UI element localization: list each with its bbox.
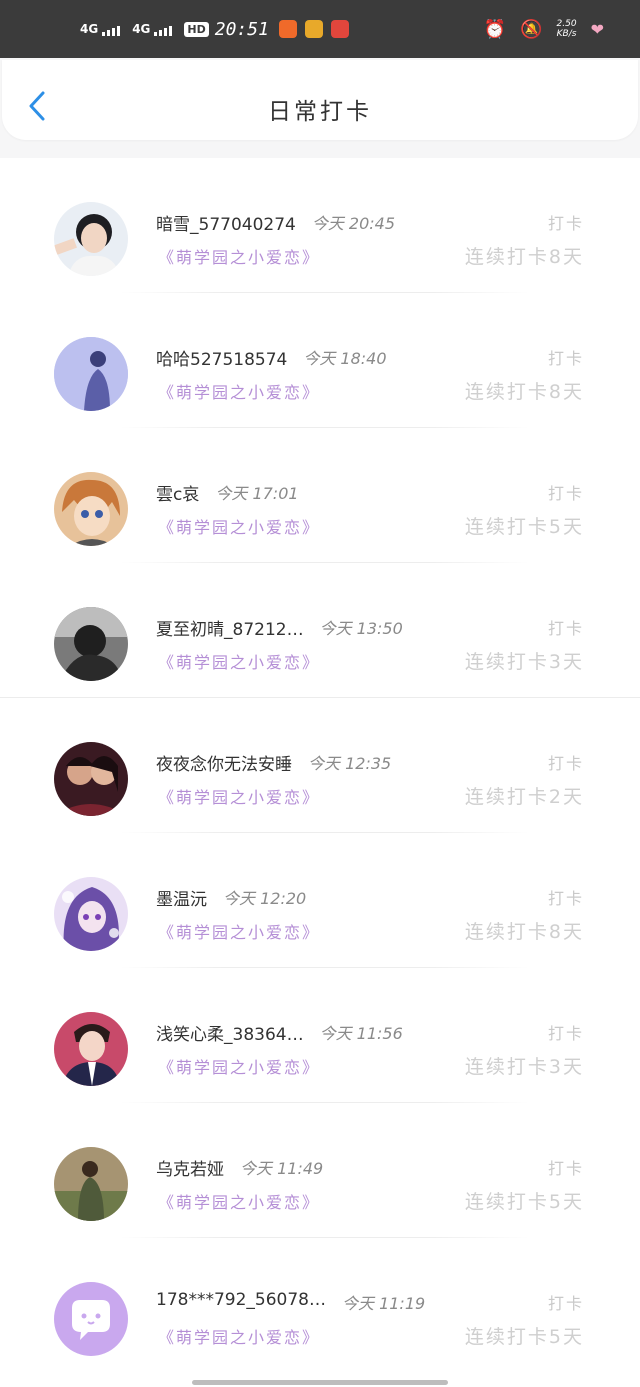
checkin-time: 今天 12:20 xyxy=(223,889,307,908)
avatar[interactable] xyxy=(54,337,128,411)
alarm-icon: ⏰ xyxy=(483,18,507,40)
user-name[interactable]: 夜夜念你无法安睡 xyxy=(156,750,292,775)
streak-label: 连续打卡3天 xyxy=(464,651,584,673)
list-item[interactable]: 浅笑心柔_38364… 今天 11:56 《萌学园之小爱恋》 打卡 连续打卡3天 xyxy=(0,968,640,1103)
signal-bars-icon xyxy=(102,26,121,36)
game-notification-icon xyxy=(304,20,323,38)
name-line: 浅笑心柔_38364… 今天 11:56 xyxy=(156,1020,403,1045)
book-title[interactable]: 《萌学园之小爱恋》 xyxy=(158,649,320,673)
avatar[interactable] xyxy=(54,1012,128,1086)
book-title[interactable]: 《萌学园之小爱恋》 xyxy=(158,784,320,808)
avatar[interactable] xyxy=(54,472,128,546)
avatar[interactable] xyxy=(54,202,128,276)
streak-label: 连续打卡8天 xyxy=(464,246,584,268)
list-item[interactable]: 乌克若娅 今天 11:49 《萌学园之小爱恋》 打卡 连续打卡5天 xyxy=(0,1103,640,1238)
streak-label: 连续打卡2天 xyxy=(464,786,584,808)
name-line: 哈哈527518574 今天 18:40 xyxy=(156,345,387,370)
book-title[interactable]: 《萌学园之小爱恋》 xyxy=(158,514,320,538)
user-name[interactable]: 雲ᴄ哀 xyxy=(156,480,199,505)
user-name[interactable]: 哈哈527518574 xyxy=(156,345,287,370)
user-name[interactable]: 墨温沅 xyxy=(156,885,207,910)
book-title[interactable]: 《萌学园之小爱恋》 xyxy=(158,1324,320,1348)
name-line: 乌克若娅 今天 11:49 xyxy=(156,1155,323,1180)
list-item[interactable]: 墨温沅 今天 12:20 《萌学园之小爱恋》 打卡 连续打卡8天 xyxy=(0,833,640,968)
list-item[interactable]: 夏至初晴_87212… 今天 13:50 《萌学园之小爱恋》 打卡 连续打卡3天 xyxy=(0,563,640,698)
network-speed: 2.50 KB/s xyxy=(556,19,577,39)
book-title[interactable]: 《萌学园之小爱恋》 xyxy=(158,1189,320,1213)
status-bar: 4G 4G HD 20:51 ⏰ 🔕 2.50 KB/s ❤ xyxy=(0,0,640,58)
avatar[interactable] xyxy=(54,1282,128,1356)
book-title[interactable]: 《萌学园之小爱恋》 xyxy=(158,1054,320,1078)
list-item[interactable]: 暗雪_577040274 今天 20:45 《萌学园之小爱恋》 打卡 连续打卡8… xyxy=(0,158,640,293)
user-name[interactable]: 乌克若娅 xyxy=(156,1155,224,1180)
header-card: 日常打卡 xyxy=(2,60,638,140)
checkin-label: 打卡 xyxy=(547,1159,584,1178)
clock: 20:51 xyxy=(214,18,269,40)
user-name[interactable]: 178***792_56078… xyxy=(156,1290,326,1314)
name-line: 墨温沅 今天 12:20 xyxy=(156,885,306,910)
shop-notification-icon xyxy=(330,20,349,38)
checkin-label: 打卡 xyxy=(547,619,584,638)
signal-bars-icon xyxy=(154,26,173,36)
streak-label: 连续打卡3天 xyxy=(464,1056,584,1078)
avatar[interactable] xyxy=(54,607,128,681)
name-line: 夏至初晴_87212… 今天 13:50 xyxy=(156,615,403,640)
checkin-time: 今天 12:35 xyxy=(308,754,392,773)
user-name[interactable]: 浅笑心柔_38364… xyxy=(156,1020,304,1045)
user-name[interactable]: 暗雪_577040274 xyxy=(156,210,296,235)
battery-wings-icon: ❤ xyxy=(590,19,604,39)
streak-label: 连续打卡5天 xyxy=(464,1326,584,1348)
checkin-time: 今天 11:56 xyxy=(319,1024,403,1043)
app-notification-icon xyxy=(278,20,297,38)
streak-label: 连续打卡8天 xyxy=(464,381,584,403)
mute-icon: 🔕 xyxy=(520,18,543,40)
signal-2: 4G xyxy=(132,22,173,36)
checkin-label: 打卡 xyxy=(547,214,584,233)
checkin-label: 打卡 xyxy=(547,754,584,773)
checkin-label: 打卡 xyxy=(547,1024,584,1043)
checkin-time: 今天 11:19 xyxy=(341,1294,426,1313)
signal-1: 4G xyxy=(80,22,121,36)
name-line: 雲ᴄ哀 今天 17:01 xyxy=(156,480,299,505)
streak-label: 连续打卡5天 xyxy=(464,516,584,538)
avatar[interactable] xyxy=(54,1147,128,1221)
checkin-time: 今天 20:45 xyxy=(311,214,396,233)
header: 日常打卡 xyxy=(0,58,640,158)
book-title[interactable]: 《萌学园之小爱恋》 xyxy=(158,919,320,943)
user-name[interactable]: 夏至初晴_87212… xyxy=(156,615,304,640)
checkin-time: 今天 11:49 xyxy=(240,1159,324,1178)
streak-label: 连续打卡5天 xyxy=(464,1191,584,1213)
checkin-time: 今天 13:50 xyxy=(319,619,403,638)
checkin-time: 今天 17:01 xyxy=(215,484,299,503)
list-item[interactable]: 雲ᴄ哀 今天 17:01 《萌学园之小爱恋》 打卡 连续打卡5天 xyxy=(0,428,640,563)
hd-badge: HD xyxy=(184,21,209,37)
checkin-list: 暗雪_577040274 今天 20:45 《萌学园之小爱恋》 打卡 连续打卡8… xyxy=(0,158,640,1387)
home-indicator[interactable] xyxy=(192,1380,448,1385)
network-type-label: 4G xyxy=(80,22,99,36)
checkin-label: 打卡 xyxy=(547,889,584,908)
name-line: 夜夜念你无法安睡 今天 12:35 xyxy=(156,750,391,775)
streak-label: 连续打卡8天 xyxy=(464,921,584,943)
avatar[interactable] xyxy=(54,742,128,816)
list-item[interactable]: 哈哈527518574 今天 18:40 《萌学园之小爱恋》 打卡 连续打卡8天 xyxy=(0,293,640,428)
network-type-label: 4G xyxy=(132,22,151,36)
checkin-time: 今天 18:40 xyxy=(303,349,387,368)
book-title[interactable]: 《萌学园之小爱恋》 xyxy=(158,379,320,403)
avatar[interactable] xyxy=(54,877,128,951)
checkin-label: 打卡 xyxy=(547,349,584,368)
book-title[interactable]: 《萌学园之小爱恋》 xyxy=(158,244,320,268)
page-title: 日常打卡 xyxy=(268,99,372,125)
list-item[interactable]: 178***792_56078… 今天 11:19 《萌学园之小爱恋》 打卡 连… xyxy=(0,1238,640,1373)
list-item[interactable]: 夜夜念你无法安睡 今天 12:35 《萌学园之小爱恋》 打卡 连续打卡2天 xyxy=(0,698,640,833)
name-line: 暗雪_577040274 今天 20:45 xyxy=(156,210,395,235)
checkin-label: 打卡 xyxy=(547,1294,584,1313)
checkin-label: 打卡 xyxy=(547,484,584,503)
name-line: 178***792_56078… 今天 11:19 xyxy=(156,1290,425,1314)
